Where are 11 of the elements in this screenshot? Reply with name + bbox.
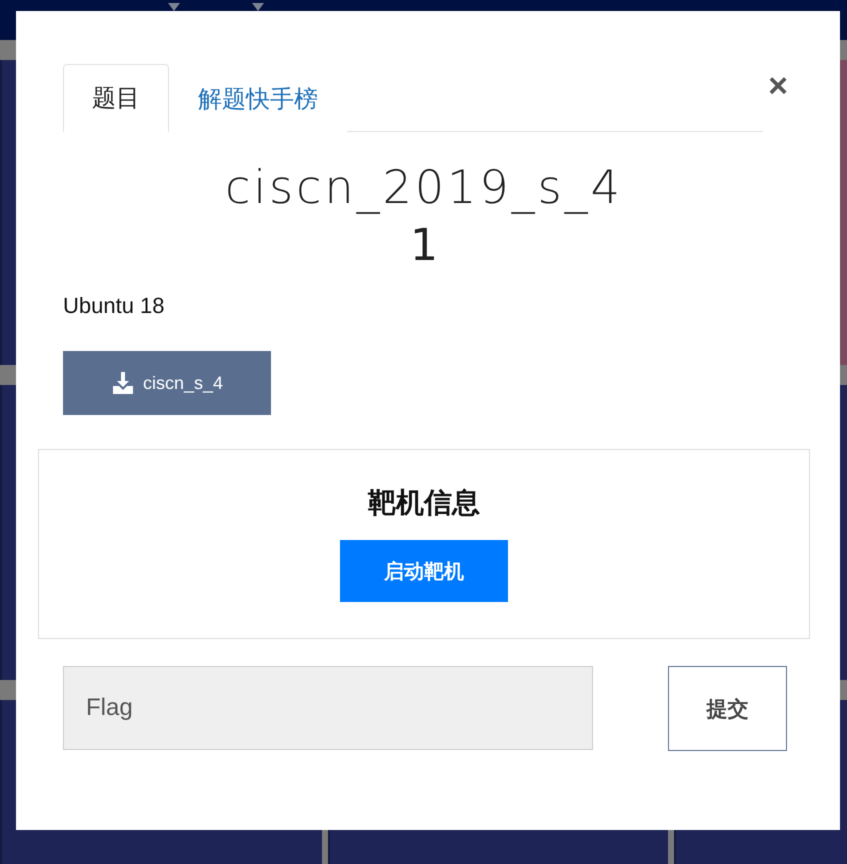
challenge-score: 1 [409, 220, 439, 271]
download-icon [110, 371, 135, 395]
start-button[interactable]: 启动靶机 [340, 540, 508, 602]
close-button[interactable]: × [768, 69, 788, 103]
panel-title: 靶机信息 [368, 485, 480, 521]
flag-field[interactable]: Flag [63, 666, 593, 750]
tab[interactable]: 题目 [63, 64, 169, 132]
download-button[interactable]: ciscn_s_4 [63, 351, 271, 415]
challenge-description: Ubuntu 18 [63, 293, 166, 319]
submit-button[interactable]: 提交 [668, 666, 787, 751]
challenge-title: ciscn_2019_s_4 [224, 160, 624, 214]
